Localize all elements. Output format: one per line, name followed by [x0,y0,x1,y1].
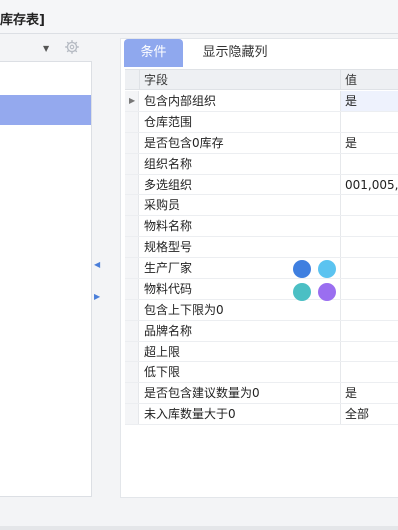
row-indicator[interactable] [125,258,139,278]
row-indicator[interactable] [125,132,139,153]
field-value[interactable]: 全部 [345,404,398,424]
field-name: 生产厂家 [144,261,193,275]
cell-divider [340,174,341,195]
table-row[interactable]: 未入库数量大于0 全部 [125,404,398,425]
cell-divider [340,111,341,132]
table-row[interactable]: 低下限 [125,362,398,384]
tab-conditions[interactable]: 条件 [124,39,183,67]
cell-divider [340,320,341,341]
field-value[interactable]: 是 [345,133,398,153]
row-indicator[interactable] [125,153,139,174]
field-name: 采购员 [144,198,181,213]
purple-dot [318,283,336,301]
cell-divider [340,341,341,362]
row-indicator[interactable] [125,216,139,237]
row-indicator[interactable] [125,383,139,404]
field-name: 物料名称 [144,219,193,234]
cell-divider [340,132,341,153]
table-row[interactable]: 规格型号 [125,237,398,258]
table-row[interactable]: 物料名称 [125,216,398,238]
cell-divider [340,153,341,174]
table-row[interactable]: 生产厂家 [125,258,398,279]
cell-divider [340,278,341,299]
table-row[interactable]: 多选组织 001,005,0 [125,174,398,196]
row-indicator[interactable] [125,362,139,383]
grid-header: 字段 值 [125,69,398,90]
field-name: 低下限 [144,365,181,380]
column-divider [139,70,140,89]
table-row[interactable]: 包含上下限为0 [125,299,398,321]
tab-show-hidden-columns[interactable]: 显示隐藏列 [190,39,280,67]
cell-divider [340,258,341,278]
table-row[interactable]: ▶ 包含内部组织 是 [125,91,398,112]
field-name: 是否包含建议数量为0 [144,386,260,401]
row-indicator[interactable] [125,404,139,424]
field-value[interactable]: 是 [345,383,398,403]
row-indicator[interactable] [125,299,139,320]
row-indicator[interactable] [125,341,139,362]
cell-divider [340,362,341,383]
field-name: 规格型号 [144,240,193,255]
field-name: 超上限 [144,344,181,359]
field-name: 是否包含0库存 [144,135,224,150]
gear-icon[interactable] [65,40,79,54]
header-field[interactable]: 字段 [144,70,168,90]
row-indicator[interactable] [125,237,139,257]
table-row[interactable]: 采购员 [125,195,398,217]
row-indicator[interactable] [125,195,139,216]
field-value[interactable]: 001,005,0 [345,175,398,195]
table-row[interactable]: 是否包含0库存 是 [125,132,398,154]
table-row[interactable]: 品牌名称 [125,320,398,342]
field-name: 包含上下限为0 [144,302,224,317]
header-value[interactable]: 值 [345,70,357,90]
caret-left-icon[interactable]: ◀ [94,260,100,269]
row-indicator[interactable] [125,278,139,299]
cell-divider [340,299,341,320]
caret-right-icon[interactable]: ▶ [94,292,100,301]
window-title: 库存表] [0,13,45,28]
row-indicator[interactable] [125,174,139,195]
caret-down-icon[interactable]: ▼ [43,44,49,53]
blue-dot [293,260,311,278]
cell-divider [340,195,341,216]
cell-divider [340,383,341,404]
cell-divider [340,404,341,424]
table-row[interactable]: 超上限 [125,341,398,363]
cell-divider [340,216,341,237]
table-row[interactable]: 是否包含建议数量为0 是 [125,383,398,405]
table-row[interactable]: 仓库范围 [125,111,398,133]
condition-grid: ▶ 包含内部组织 是 仓库范围 是否包含0库存 是 组织名称 多选组织 001,… [125,91,398,425]
field-name: 包含内部组织 [144,94,217,108]
light-blue-dot [318,260,336,278]
field-value[interactable]: 是 [345,91,398,111]
column-divider[interactable] [340,70,341,89]
bottom-border [0,526,398,530]
tree-selected-item[interactable] [0,95,91,125]
title-bar: 库存表] [0,0,398,34]
field-name: 组织名称 [144,156,193,171]
table-row[interactable]: 物料代码 [125,278,398,300]
caret-right-icon: ▶ [129,96,136,105]
field-name: 物料代码 [144,281,193,296]
table-row[interactable]: 组织名称 [125,153,398,175]
field-name: 品牌名称 [144,323,193,338]
row-indicator[interactable] [125,320,139,341]
field-name: 仓库范围 [144,114,193,129]
left-tree-panel[interactable] [0,61,92,497]
teal-dot [293,283,311,301]
cell-divider [340,237,341,257]
field-name: 多选组织 [144,177,193,192]
row-indicator[interactable] [125,111,139,132]
field-name: 未入库数量大于0 [144,407,236,422]
